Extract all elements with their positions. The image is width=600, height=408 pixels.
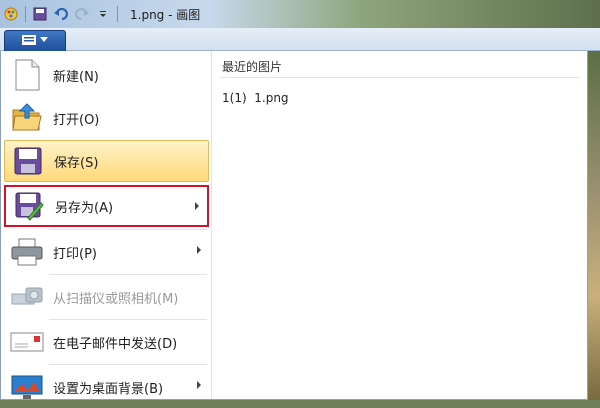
menu-item-label: 另存为(A) [55, 200, 114, 216]
menu-item-label: 设置为桌面背景(B) [53, 381, 164, 397]
menu-item-send-in-email[interactable]: 在电子邮件中发送(D) [4, 321, 209, 363]
save-disk-icon [11, 144, 45, 178]
recent-pictures-panel: 最近的图片 1(1) 1.png [212, 51, 587, 399]
toolbar-separator [25, 6, 26, 22]
paint-menu-button[interactable] [4, 30, 66, 52]
menu-item-new[interactable]: 新建(N) [4, 54, 209, 96]
submenu-arrow-icon [197, 381, 201, 389]
paint-app-menu-icon [22, 34, 36, 48]
menu-divider [49, 364, 207, 365]
menu-item-label: 新建(N) [53, 69, 99, 85]
menu-item-label: 保存(S) [54, 155, 99, 171]
menu-item-save[interactable]: 保存(S) [4, 140, 209, 182]
recent-pictures-heading: 最近的图片 [222, 60, 283, 74]
new-document-icon [10, 58, 44, 92]
recent-file-item[interactable]: 1(1) 1.png [222, 91, 289, 105]
toolbar-separator [117, 6, 118, 22]
save-as-icon [12, 189, 46, 223]
ribbon-tab-strip [0, 28, 600, 51]
submenu-arrow-icon [195, 202, 199, 210]
redo-icon[interactable] [73, 5, 91, 23]
chevron-down-icon [40, 36, 48, 46]
paint-application-menu: 新建(N) 打开(O) 保存(S) 另存为(A) 打印(P) 从扫描仪或照相机(… [0, 51, 588, 400]
submenu-arrow-icon [197, 246, 201, 254]
background-canvas-image [588, 51, 600, 400]
title-bar: 1.png - 画图 [0, 0, 600, 28]
save-icon[interactable] [31, 5, 49, 23]
email-icon [10, 325, 44, 359]
menu-divider [49, 274, 207, 275]
menu-item-from-scanner-or-camera[interactable]: 从扫描仪或照相机(M) [4, 276, 209, 318]
menu-item-label: 打印(P) [53, 246, 97, 262]
menu-item-save-as[interactable]: 另存为(A) [4, 185, 209, 227]
window-title: 1.png - 画图 [130, 8, 201, 22]
menu-item-print[interactable]: 打印(P) [4, 231, 209, 273]
undo-icon[interactable] [52, 5, 70, 23]
recent-divider [220, 77, 580, 78]
menu-item-label: 在电子邮件中发送(D) [53, 336, 178, 352]
menu-item-label: 从扫描仪或照相机(M) [53, 291, 179, 307]
menu-item-open[interactable]: 打开(O) [4, 97, 209, 139]
menu-divider [49, 319, 207, 320]
menu-item-label: 打开(O) [53, 112, 100, 128]
customize-toolbar-chevron-icon[interactable] [94, 5, 112, 23]
open-folder-icon [10, 101, 44, 135]
menu-item-set-as-desktop-background[interactable]: 设置为桌面背景(B) [4, 366, 209, 408]
paint-app-icon[interactable] [2, 5, 20, 23]
desktop-background-icon [10, 370, 44, 404]
menu-command-list: 新建(N) 打开(O) 保存(S) 另存为(A) 打印(P) 从扫描仪或照相机(… [1, 51, 212, 399]
menu-divider [49, 229, 207, 230]
printer-icon [10, 235, 44, 269]
scanner-camera-icon [10, 280, 44, 314]
quick-access-toolbar [2, 4, 120, 24]
